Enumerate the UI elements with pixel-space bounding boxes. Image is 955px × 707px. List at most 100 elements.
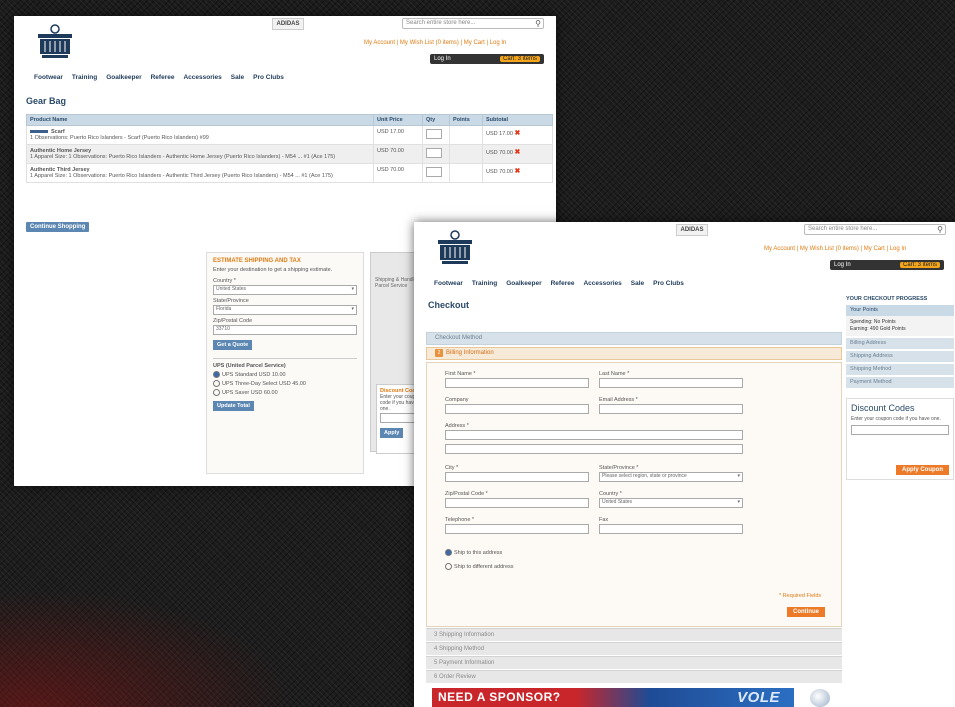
address-line-1-input[interactable] <box>445 430 743 440</box>
apply-coupon-button[interactable]: Apply Coupon <box>896 465 949 476</box>
account-bar[interactable]: Log In Cart: 3 items <box>830 260 944 270</box>
radio-checked-icon[interactable] <box>213 371 220 379</box>
progress-payment-method[interactable]: Payment Method <box>846 376 954 388</box>
scarf-thumbnail[interactable] <box>30 130 48 134</box>
update-total-button[interactable]: Update Total <box>213 401 254 412</box>
zip-input[interactable]: 33710 <box>213 325 357 336</box>
brand-tab[interactable]: ADIDAS <box>272 18 304 30</box>
ship-same-label: Ship to this address <box>454 549 503 556</box>
ups-option-standard[interactable]: UPS Standard USD 10.00 <box>213 371 357 379</box>
search-icon[interactable]: ⚲ <box>937 225 943 234</box>
remove-icon[interactable]: ✖ <box>514 168 520 175</box>
nav-footwear[interactable]: Footwear <box>34 74 63 81</box>
state-select[interactable]: Please select region, state or province <box>599 472 743 482</box>
continue-shopping-button[interactable]: Continue Shopping <box>26 222 90 232</box>
progress-shipping-address[interactable]: Shipping Address <box>846 350 954 362</box>
zip-label: Zip/Postal Code <box>213 318 253 325</box>
radio-icon[interactable] <box>445 563 452 570</box>
first-name-input[interactable] <box>445 378 589 388</box>
points-detail: Spending: No Points Earning: 490 Gold Po… <box>846 315 954 336</box>
unit-price: USD 17.00 <box>373 125 423 145</box>
cart-link[interactable]: Cart: 3 items <box>899 262 940 268</box>
ship-same-option[interactable]: Ship to this address <box>445 549 502 556</box>
fax-input[interactable] <box>599 524 743 534</box>
account-bar[interactable]: Log In Cart: 3 items <box>430 54 544 64</box>
cart-link[interactable]: Cart: 3 items <box>499 56 540 62</box>
ups-option-three-day[interactable]: UPS Three-Day Select USD 45.00 <box>213 380 357 388</box>
ship-different-option[interactable]: Ship to different address <box>445 563 514 570</box>
radio-checked-icon[interactable] <box>445 549 452 556</box>
address-line-2-input[interactable] <box>445 444 743 454</box>
nav-sale[interactable]: Sale <box>631 280 644 287</box>
nav-pro-clubs[interactable]: Pro Clubs <box>653 280 684 287</box>
shipping-method-step[interactable]: 4 Shipping Method <box>426 642 842 655</box>
zip-input[interactable] <box>445 498 589 508</box>
basket-logo-icon <box>438 230 472 264</box>
step-number: 2 <box>435 349 443 357</box>
nav-training[interactable]: Training <box>472 280 497 287</box>
telephone-input[interactable] <box>445 524 589 534</box>
points-cell <box>449 125 483 145</box>
search-input[interactable]: Search entire store here... ⚲ <box>402 18 544 29</box>
store-logo[interactable] <box>34 24 76 60</box>
nav-training[interactable]: Training <box>72 74 97 81</box>
discount-mini-apply[interactable]: Apply <box>380 428 404 438</box>
country-select[interactable]: United States <box>599 498 743 508</box>
top-links[interactable]: My Account | My Wish List (0 items) | My… <box>364 40 506 46</box>
billing-information-step[interactable]: 2 Billing Information <box>426 347 842 360</box>
search-icon[interactable]: ⚲ <box>535 19 541 28</box>
col-subtotal: Subtotal <box>482 114 553 126</box>
points-cell <box>449 163 483 183</box>
nav-referee[interactable]: Referee <box>551 280 575 287</box>
ups-option-label: UPS Three-Day Select USD 45.00 <box>222 381 306 388</box>
ups-heading: UPS (United Parcel Service) <box>213 363 286 370</box>
radio-icon[interactable] <box>213 389 220 397</box>
nav-goalkeeper[interactable]: Goalkeeper <box>106 74 141 81</box>
email-input[interactable] <box>599 404 743 414</box>
last-name-input[interactable] <box>599 378 743 388</box>
nav-sale[interactable]: Sale <box>231 74 244 81</box>
order-review-step[interactable]: 6 Order Review <box>426 670 842 683</box>
banner-text: NEED A SPONSOR? <box>438 690 561 704</box>
nav-referee[interactable]: Referee <box>151 74 175 81</box>
brand-tab[interactable]: ADIDAS <box>676 224 708 236</box>
telephone-field: Telephone * <box>445 517 589 536</box>
city-input[interactable] <box>445 472 589 482</box>
login-link[interactable]: Log In <box>434 56 451 62</box>
nav-goalkeeper[interactable]: Goalkeeper <box>506 280 541 287</box>
remove-icon[interactable]: ✖ <box>514 130 520 137</box>
qty-input[interactable] <box>426 167 442 177</box>
nav-pro-clubs[interactable]: Pro Clubs <box>253 74 284 81</box>
top-links[interactable]: My Account | My Wish List (0 items) | My… <box>764 246 906 252</box>
payment-information-step[interactable]: 5 Payment Information <box>426 656 842 669</box>
nav-accessories[interactable]: Accessories <box>183 74 221 81</box>
login-link[interactable]: Log In <box>834 262 851 268</box>
progress-your-points[interactable]: Your Points <box>846 304 954 316</box>
sponsor-banner[interactable]: NEED A SPONSOR? VOLE <box>432 688 794 707</box>
points-earning: Earning: 490 Gold Points <box>850 325 906 332</box>
estimate-heading: ESTIMATE SHIPPING AND TAX <box>213 258 301 264</box>
remove-icon[interactable]: ✖ <box>514 149 520 156</box>
qty-input[interactable] <box>426 148 442 158</box>
first-name-label: First Name * <box>445 371 476 377</box>
state-label: State/Province <box>213 298 249 305</box>
nav-accessories[interactable]: Accessories <box>583 280 621 287</box>
shipping-information-step[interactable]: 3 Shipping Information <box>426 628 842 641</box>
coupon-input[interactable] <box>851 425 949 436</box>
progress-billing-address[interactable]: Billing Address <box>846 337 954 349</box>
progress-shipping-method[interactable]: Shipping Method <box>846 363 954 375</box>
unit-price: USD 70.00 <box>373 163 423 183</box>
search-input[interactable]: Search entire store here... ⚲ <box>804 224 946 235</box>
radio-icon[interactable] <box>213 380 220 388</box>
country-select[interactable]: United States <box>213 285 357 296</box>
get-quote-button[interactable]: Get a Quote <box>213 340 253 351</box>
qty-input[interactable] <box>426 129 442 139</box>
nav-footwear[interactable]: Footwear <box>434 280 463 287</box>
company-input[interactable] <box>445 404 589 414</box>
continue-button[interactable]: Continue <box>787 607 825 617</box>
checkout-method-step[interactable]: Checkout Method <box>426 332 842 345</box>
state-select[interactable]: Florida <box>213 305 357 316</box>
ups-option-saver[interactable]: UPS Saver USD 60.00 <box>213 389 357 397</box>
address-label: Address * <box>445 423 469 429</box>
store-logo[interactable] <box>434 230 476 266</box>
